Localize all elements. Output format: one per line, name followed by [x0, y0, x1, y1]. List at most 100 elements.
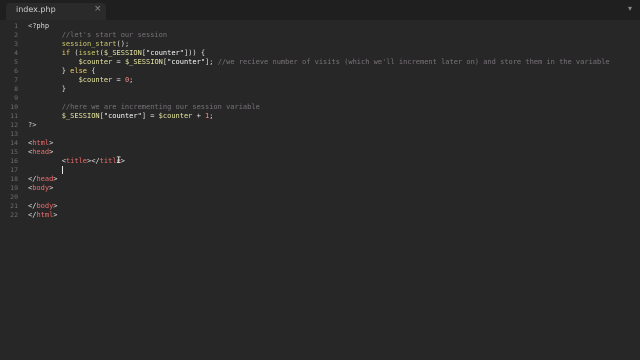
code-line: <title></title> — [28, 157, 125, 166]
code-token: ></ — [87, 157, 100, 165]
code-token: ?> — [28, 121, 37, 129]
code-line: if (isset($_SESSION["counter"])) { — [28, 49, 205, 58]
line-number: 20 — [10, 193, 18, 201]
code-token: body — [32, 184, 50, 192]
code-token: "counter" — [103, 112, 142, 120]
line-number: 7 — [14, 76, 18, 84]
code-token: $_SESSION — [124, 58, 163, 66]
code-line: } — [28, 85, 66, 94]
code-token: > — [53, 202, 58, 210]
code-token: $counter — [78, 76, 113, 84]
line-number: 18 — [10, 175, 18, 183]
code-token: ; — [129, 76, 134, 84]
code-token: html — [32, 139, 50, 147]
code-line: <head> — [28, 148, 53, 157]
code-token: title — [65, 157, 88, 165]
code-line: </body> — [28, 202, 58, 211]
code-token: //let's start our session — [28, 31, 168, 39]
code-token: $_SESSION — [103, 49, 142, 57]
code-token: <?php — [28, 22, 50, 30]
code-line: ?> — [28, 121, 36, 130]
line-number: 5 — [14, 58, 18, 66]
line-number: 17 — [10, 166, 18, 174]
code-line: <html> — [28, 139, 53, 148]
line-number: 12 — [10, 121, 18, 129]
line-number: 1 — [14, 22, 18, 30]
code-token: head — [32, 148, 50, 156]
code-line: </head> — [28, 175, 58, 184]
editor-window: index.php × ▾ 1 2 3 4 5 6 7 8 9 10 11 12 13 14 15 16 17 1… — [0, 0, 640, 360]
code-token: > — [49, 148, 54, 156]
code-line: <?php — [28, 22, 49, 31]
line-number: 16 — [10, 157, 18, 165]
code-token: > — [49, 139, 54, 147]
code-token: + — [192, 112, 206, 120]
line-number: 3 — [14, 40, 18, 48]
code-token: "counter" — [146, 49, 184, 57]
line-number: 21 — [10, 202, 18, 210]
code-token: = — [112, 76, 125, 84]
code-line: } else { — [28, 67, 96, 76]
code-token: isset — [78, 49, 100, 57]
code-token: //here we are incrementing our session v… — [28, 103, 260, 111]
line-number: 13 — [10, 130, 18, 138]
line-number: 15 — [10, 148, 18, 156]
code-token: head — [36, 175, 54, 183]
tab-index-php[interactable]: index.php × — [6, 3, 106, 20]
chevron-down-icon[interactable]: ▾ — [628, 4, 632, 13]
code-token: < — [28, 157, 66, 165]
code-line: $counter = 0; — [28, 76, 134, 85]
code-line: session_start(); — [28, 40, 129, 49]
line-number: 14 — [10, 139, 18, 147]
code-token: $counter — [158, 112, 193, 120]
code-token: { — [87, 67, 96, 75]
code-line: <body> — [28, 184, 53, 193]
code-line: $_SESSION["counter"] = $counter + 1; — [28, 112, 214, 121]
code-line: $counter = $_SESSION["counter"]; //we re… — [28, 58, 610, 67]
code-token: $counter — [78, 58, 113, 66]
line-number: 8 — [14, 85, 18, 93]
line-number-gutter: 1 2 3 4 5 6 7 8 9 10 11 12 13 14 15 16 17 18 19 20 21 22 — [0, 20, 22, 360]
line-number: 9 — [14, 94, 18, 102]
line-number: 22 — [10, 211, 18, 219]
code-token: if — [61, 49, 71, 57]
code-token: session_start — [61, 40, 117, 48]
code-token: > — [53, 175, 58, 183]
code-token: else — [70, 67, 88, 75]
text-cursor — [61, 166, 63, 174]
code-token: (); — [116, 40, 130, 48]
code-token: "counter" — [167, 58, 206, 66]
code-token: ] = — [141, 112, 159, 120]
line-number: 4 — [14, 49, 18, 57]
line-number: 6 — [14, 67, 18, 75]
code-token: $_SESSION — [61, 112, 100, 120]
line-number: 11 — [10, 112, 18, 120]
code-token: > — [53, 211, 58, 219]
code-token: ( — [70, 49, 79, 57]
code-token: body — [36, 202, 54, 210]
code-token: ]; — [205, 58, 218, 66]
code-area[interactable]: <?php //let's start our session session_… — [28, 20, 636, 360]
code-token: ])) { — [183, 49, 206, 57]
line-number: 19 — [10, 184, 18, 192]
code-token: } — [28, 67, 71, 75]
line-number: 2 — [14, 31, 18, 39]
code-line: //here we are incrementing our session v… — [28, 103, 260, 112]
code-line: //let's start our session — [28, 31, 167, 40]
code-token: } — [28, 85, 66, 93]
close-icon[interactable]: × — [94, 4, 102, 14]
tab-bar: index.php × ▾ — [0, 0, 640, 20]
tab-label: index.php — [16, 5, 56, 14]
code-token: html — [36, 211, 54, 219]
code-line: </html> — [28, 211, 58, 220]
mouse-ibeam-icon: I — [116, 156, 122, 166]
line-number: 10 — [10, 103, 18, 111]
code-token: = — [112, 58, 125, 66]
code-token: //we recieve number of visits (which we'… — [217, 58, 610, 66]
code-token: ; — [209, 112, 214, 120]
